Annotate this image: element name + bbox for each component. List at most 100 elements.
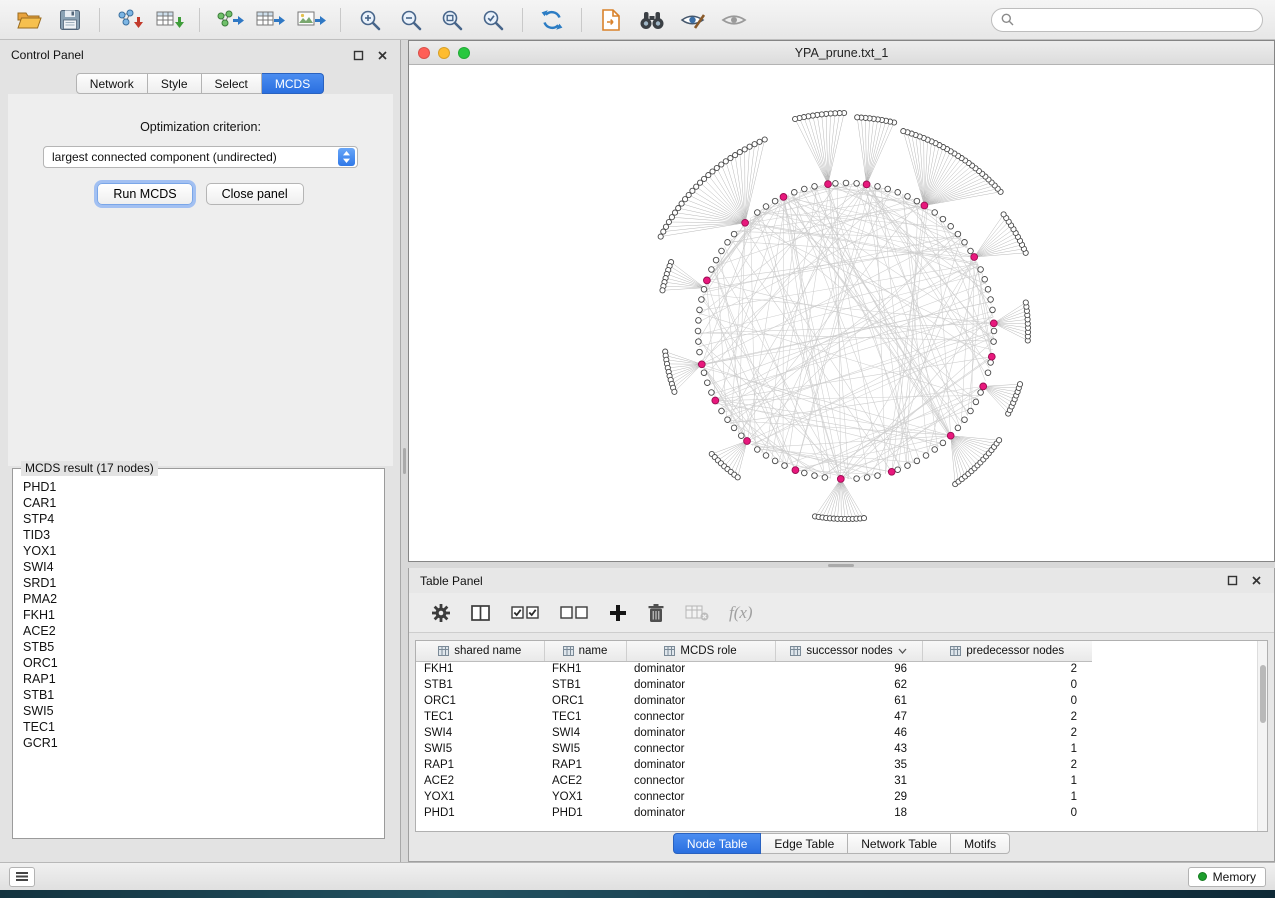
table-row[interactable]: YOX1YOX1connector291 (416, 789, 1092, 805)
close-panel-button[interactable] (375, 48, 389, 62)
export-image-button[interactable] (294, 5, 328, 35)
table-cell: PHD1 (416, 805, 544, 821)
window-zoom-button[interactable] (458, 47, 470, 59)
table-row[interactable]: STB1STB1dominator620 (416, 677, 1092, 693)
mcds-result-item[interactable]: FKH1 (23, 607, 383, 623)
column-header-shared-name[interactable]: shared name (416, 641, 544, 661)
mcds-result-item[interactable]: GCR1 (23, 735, 383, 751)
close-icon (1251, 575, 1262, 586)
zoom-in-button[interactable] (353, 5, 387, 35)
zoom-selected-button[interactable] (476, 5, 510, 35)
mcds-result-item[interactable]: YOX1 (23, 543, 383, 559)
mcds-result-item[interactable]: STP4 (23, 511, 383, 527)
optimization-criterion-label: Optimization criterion: (8, 120, 393, 134)
select-all-columns-button[interactable] (511, 604, 540, 622)
mcds-result-item[interactable]: STB1 (23, 687, 383, 703)
refresh-icon (539, 8, 565, 32)
mcds-result-list[interactable]: PHD1CAR1STP4TID3YOX1SWI4SRD1PMA2FKH1ACE2… (14, 479, 383, 837)
import-network-button[interactable] (112, 5, 146, 35)
table-row[interactable]: TEC1TEC1connector472 (416, 709, 1092, 725)
unselect-all-columns-button[interactable] (560, 604, 589, 622)
control-panel: Control Panel Network Style Select MCDS … (0, 40, 401, 862)
show-columns-button[interactable] (471, 604, 491, 622)
window-close-button[interactable] (418, 47, 430, 59)
network-view-window: YPA_prune.txt_1 (408, 40, 1275, 562)
table-row[interactable]: FKH1FKH1dominator962 (416, 661, 1092, 677)
show-panels-menu-button[interactable] (9, 867, 35, 887)
table-row[interactable]: PHD1PHD1dominator180 (416, 805, 1092, 821)
create-column-button[interactable] (609, 604, 627, 622)
table-scrollbar-thumb[interactable] (1260, 665, 1266, 723)
delete-column-button[interactable] (647, 603, 665, 623)
float-panel-button[interactable] (351, 48, 365, 62)
tab-select[interactable]: Select (202, 73, 262, 94)
window-minimize-button[interactable] (438, 47, 450, 59)
network-graph-svg (409, 65, 1274, 561)
memory-button[interactable]: Memory (1188, 867, 1266, 887)
optimization-criterion-select[interactable]: largest connected component (undirected) (43, 146, 358, 168)
export-document-button[interactable] (594, 5, 628, 35)
vertical-splitter[interactable] (401, 40, 408, 862)
mcds-result-item[interactable]: TEC1 (23, 719, 383, 735)
table-cell: connector (626, 741, 775, 757)
toggle-bird-eye-view-button[interactable] (717, 5, 751, 35)
export-network-button[interactable] (212, 5, 246, 35)
table-cell: STB1 (544, 677, 626, 693)
mcds-result-item[interactable]: CAR1 (23, 495, 383, 511)
search-field[interactable] (991, 8, 1263, 32)
column-header-successor-nodes[interactable]: successor nodes (775, 641, 922, 661)
zoom-out-button[interactable] (394, 5, 428, 35)
columns-icon (471, 604, 491, 622)
column-header-mcds-role[interactable]: MCDS role (626, 641, 775, 661)
tab-motifs[interactable]: Motifs (951, 833, 1010, 854)
find-button[interactable] (635, 5, 669, 35)
tab-mcds[interactable]: MCDS (262, 73, 324, 94)
tab-node-table[interactable]: Node Table (673, 833, 762, 854)
mcds-result-item[interactable]: PHD1 (23, 479, 383, 495)
tab-network-table[interactable]: Network Table (848, 833, 951, 854)
table-row[interactable]: SWI4SWI4dominator462 (416, 725, 1092, 741)
tab-style[interactable]: Style (148, 73, 202, 94)
save-session-button[interactable] (53, 5, 87, 35)
open-session-button[interactable] (12, 5, 46, 35)
refresh-button[interactable] (535, 5, 569, 35)
column-type-icon (438, 646, 449, 656)
zoom-out-icon (399, 8, 423, 32)
table-cell: 0 (922, 677, 1092, 693)
mcds-result-item[interactable]: TID3 (23, 527, 383, 543)
mcds-result-item[interactable]: RAP1 (23, 671, 383, 687)
float-table-panel-button[interactable] (1225, 574, 1239, 588)
zoom-fit-button[interactable] (435, 5, 469, 35)
table-settings-button[interactable] (431, 603, 451, 623)
table-row[interactable]: SWI5SWI5connector431 (416, 741, 1092, 757)
delete-table-button-disabled (685, 604, 709, 622)
show-graphics-details-button[interactable] (676, 5, 710, 35)
table-row[interactable]: ORC1ORC1dominator610 (416, 693, 1092, 709)
search-input[interactable] (1020, 13, 1253, 27)
export-table-button[interactable] (253, 5, 287, 35)
mcds-result-item[interactable]: SRD1 (23, 575, 383, 591)
mcds-result-item[interactable]: SWI4 (23, 559, 383, 575)
mcds-result-item[interactable]: ACE2 (23, 623, 383, 639)
table-scrollbar[interactable] (1257, 641, 1267, 831)
table-cell: 2 (922, 661, 1092, 677)
column-header-predecessor-nodes[interactable]: predecessor nodes (922, 641, 1092, 661)
import-table-button[interactable] (153, 5, 187, 35)
mcds-result-item[interactable]: SWI5 (23, 703, 383, 719)
table-row[interactable]: RAP1RAP1dominator352 (416, 757, 1092, 773)
control-panel-title: Control Panel (11, 48, 84, 62)
tab-network[interactable]: Network (76, 73, 148, 94)
mcds-result-item[interactable]: ORC1 (23, 655, 383, 671)
tab-edge-table[interactable]: Edge Table (761, 833, 848, 854)
table-cell: FKH1 (544, 661, 626, 677)
network-canvas[interactable] (409, 65, 1274, 561)
mcds-result-item[interactable]: PMA2 (23, 591, 383, 607)
run-mcds-button[interactable]: Run MCDS (97, 183, 192, 205)
column-header-name[interactable]: name (544, 641, 626, 661)
table-cell: 18 (775, 805, 922, 821)
network-window-titlebar[interactable]: YPA_prune.txt_1 (409, 41, 1274, 65)
table-row[interactable]: ACE2ACE2connector311 (416, 773, 1092, 789)
mcds-result-item[interactable]: STB5 (23, 639, 383, 655)
close-table-panel-button[interactable] (1249, 574, 1263, 588)
close-panel-action-button[interactable]: Close panel (206, 183, 304, 205)
